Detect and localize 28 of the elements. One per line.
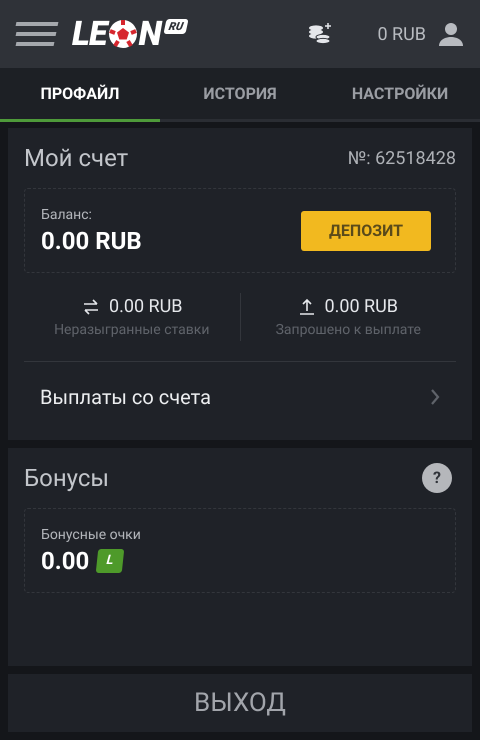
section-title: Мой счет: [24, 143, 128, 174]
logo-text: N: [138, 17, 161, 51]
soccer-ball-icon: [108, 19, 138, 49]
payouts-link[interactable]: Выплаты со счета: [24, 362, 456, 424]
account-number: №: 62518428: [348, 146, 456, 170]
bonus-points-label: Бонусные очки: [41, 526, 142, 545]
tab[interactable]: ПРОФАЙЛ: [0, 68, 160, 122]
chevron-right-icon: [430, 388, 440, 406]
tab[interactable]: НАСТРОЙКИ: [320, 68, 480, 122]
stat-label: Неразыгранные ставки: [54, 321, 210, 340]
stat-value: 0.00 RUB: [108, 295, 183, 319]
balance-label: Баланс:: [41, 206, 93, 225]
tab[interactable]: ИСТОРИЯ: [160, 68, 320, 122]
deposit-button[interactable]: ДЕПОЗИТ: [301, 210, 431, 250]
points-badge: L: [96, 549, 125, 573]
logout-button[interactable]: ВЫХОД: [8, 674, 472, 732]
menu-icon[interactable]: [16, 22, 60, 46]
section-title: Бонусы: [24, 463, 110, 494]
help-button[interactable]: ?: [422, 463, 452, 493]
stat-value: 0.00 RUB: [324, 295, 398, 319]
logo-text: LE: [72, 17, 107, 51]
bonus-points-amount: 0.00: [41, 546, 90, 576]
balance-amount: 0.00 RUB: [41, 226, 142, 256]
balance-text: 0 RUB: [377, 22, 426, 46]
user-icon[interactable]: [438, 21, 464, 47]
upload-arrow-icon: [298, 298, 316, 316]
stat-label: Запрошено к выплате: [276, 321, 421, 340]
logo-badge: RU: [163, 18, 189, 34]
